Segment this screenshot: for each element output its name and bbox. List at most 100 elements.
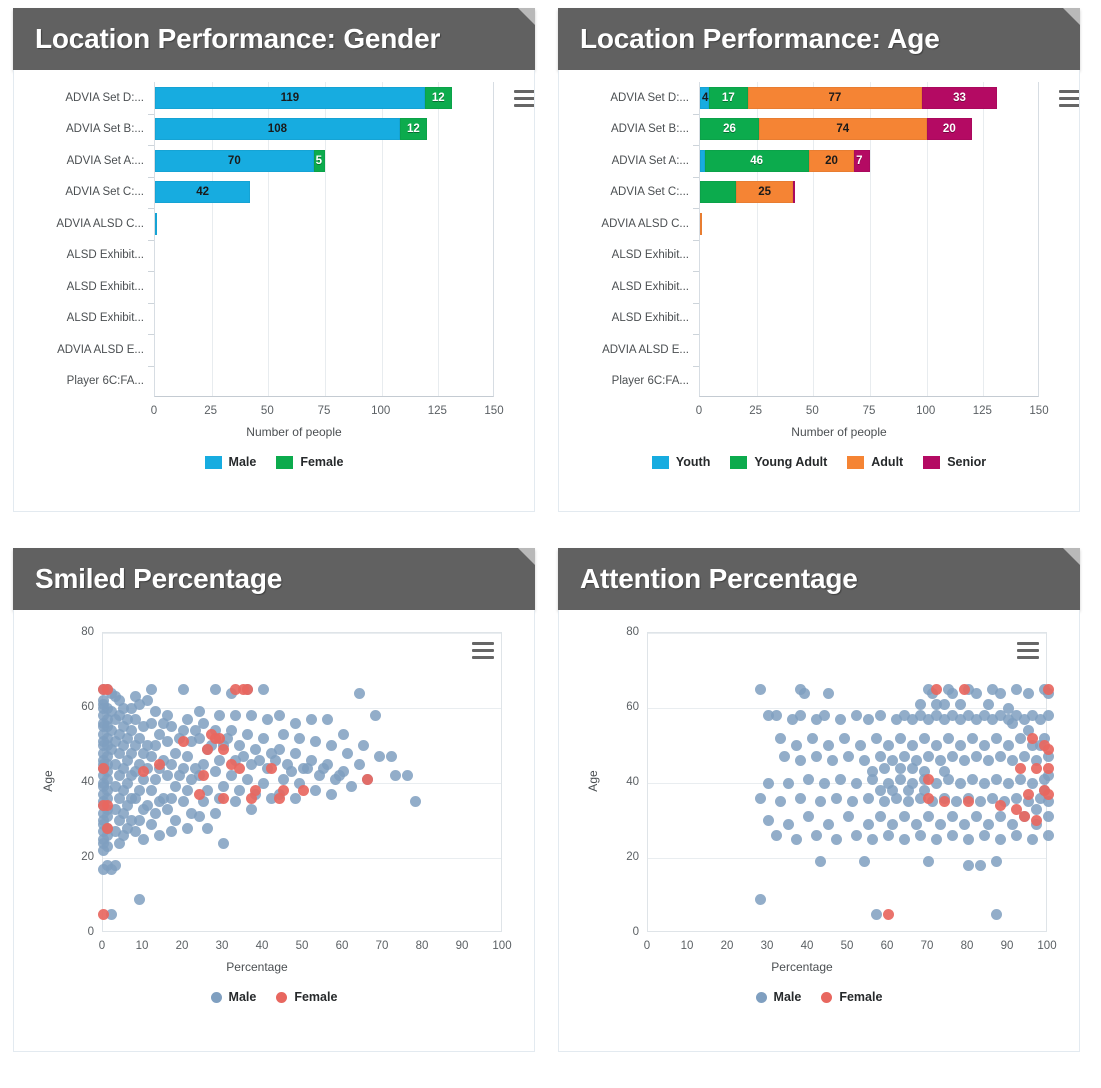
scatter-point — [882, 740, 894, 751]
bar-segment[interactable]: 108 — [155, 118, 400, 141]
panel-title-attention: Attention Percentage — [580, 563, 858, 594]
bar-segment[interactable]: 74 — [758, 118, 927, 141]
scatter-point — [842, 751, 854, 763]
bar-segment[interactable]: 77 — [747, 86, 923, 109]
scatter-point — [922, 811, 934, 823]
bar-segment[interactable]: 4 — [700, 86, 710, 109]
x-axis-tick-label: 10 — [135, 940, 149, 952]
bar-segment[interactable]: 12 — [399, 118, 427, 141]
bar-segment[interactable]: 12 — [424, 86, 452, 109]
bar-segment[interactable]: 26 — [700, 118, 759, 141]
scatter-point — [858, 856, 870, 868]
scatter-point — [830, 792, 842, 804]
axis-tick — [148, 208, 154, 209]
scatter-point — [357, 740, 369, 751]
scatter-point — [157, 792, 169, 804]
chart-menu-icon[interactable] — [472, 642, 494, 659]
panel-body-age: 4 17 77 33 26 74 20 46 20 7 25 ADVIA Set D:... ADVIA… — [558, 70, 1080, 512]
x-axis-tick-label: 80 — [415, 940, 429, 952]
scatter-point — [874, 811, 886, 823]
scatter-point — [974, 796, 986, 808]
scatter-point — [790, 740, 802, 751]
x-axis-tick-label: 75 — [317, 405, 331, 417]
chart-menu-icon[interactable] — [514, 90, 534, 107]
scatter-point — [337, 728, 349, 740]
bar-value-label: 46 — [750, 154, 764, 167]
scatter-point — [109, 860, 121, 871]
scatter-point — [790, 833, 802, 845]
scatter-point — [1010, 803, 1022, 815]
grid-line — [103, 708, 501, 709]
bar-segment[interactable]: 46 — [704, 149, 809, 172]
bar-segment[interactable]: 119 — [155, 86, 425, 109]
scatter-point — [774, 732, 786, 744]
scatter-point — [934, 755, 946, 766]
bar-segment[interactable] — [792, 181, 796, 204]
x-axis-tick-label: 60 — [335, 940, 349, 952]
menu-bar — [1059, 90, 1079, 93]
legend-item[interactable]: Female — [821, 990, 882, 1004]
legend-swatch — [730, 455, 748, 469]
scatter-point — [1002, 740, 1014, 751]
bar-segment[interactable]: 7 — [854, 149, 870, 172]
bar-value-label: 70 — [227, 154, 241, 167]
legend-item[interactable]: Young Adult — [730, 455, 827, 469]
legend-item[interactable]: Female — [276, 990, 337, 1004]
scatter-point — [169, 747, 181, 759]
bar-segment[interactable] — [155, 212, 158, 235]
x-axis-tick-label: 90 — [455, 940, 469, 952]
bar-segment[interactable]: 20 — [808, 149, 855, 172]
grid-line — [648, 633, 1046, 634]
scatter-point — [938, 698, 950, 710]
scatter-point — [978, 740, 990, 751]
scatter-point — [1042, 710, 1054, 721]
bar-category-label: ALSD Exhibit... — [611, 312, 689, 325]
scatter-point — [878, 796, 890, 808]
bar-segment[interactable] — [700, 181, 737, 204]
chart-menu-icon[interactable] — [1017, 642, 1039, 659]
legend-item[interactable]: Senior — [923, 455, 986, 469]
bar-segment[interactable]: 33 — [922, 86, 997, 109]
scatter-point — [754, 683, 766, 695]
scatter-point — [882, 830, 894, 841]
scatter-point — [1022, 687, 1034, 699]
legend-item[interactable]: Adult — [847, 455, 903, 469]
legend-item[interactable]: Male — [210, 990, 256, 1004]
plot-area: 119 12 108 12 70 5 42 — [154, 82, 494, 397]
x-axis-tick-label: 40 — [255, 940, 269, 952]
legend-item[interactable]: Female — [276, 455, 343, 469]
bar-segment[interactable] — [700, 212, 703, 235]
bar-segment[interactable]: 70 — [155, 149, 314, 172]
x-axis-tick-label: 125 — [427, 405, 447, 417]
legend-item[interactable]: Male — [204, 455, 256, 469]
scatter-point — [1014, 762, 1026, 774]
bar-segment[interactable]: 5 — [313, 149, 325, 172]
scatter-point — [914, 698, 926, 710]
legend-item[interactable]: Male — [755, 990, 801, 1004]
bar-value-label: 7 — [856, 154, 863, 167]
scatter-point — [918, 732, 930, 744]
scatter-point — [109, 736, 121, 748]
scatter-point — [946, 830, 958, 841]
scatter-point — [193, 788, 205, 800]
bar-segment[interactable]: 20 — [926, 118, 972, 141]
scatter-point — [894, 773, 906, 785]
scatter-point — [826, 755, 838, 766]
bar-segment[interactable]: 17 — [709, 86, 748, 109]
chart-legend: Male Female — [14, 990, 534, 1004]
chart-menu-icon[interactable] — [1059, 90, 1079, 107]
bar-value-label: 17 — [721, 91, 735, 104]
scatter-point — [145, 785, 157, 796]
scatter-point — [842, 811, 854, 823]
scatter-point — [181, 822, 193, 834]
scatter-point — [862, 713, 874, 725]
bar-segment[interactable]: 42 — [155, 181, 251, 204]
scatter-point — [169, 815, 181, 826]
bar-category-label: ADVIA ALSD E... — [57, 343, 144, 356]
legend-item[interactable]: Youth — [651, 455, 710, 469]
scatter-point — [902, 785, 914, 796]
scatter-point — [938, 766, 950, 778]
x-axis-tick-label: 40 — [800, 940, 814, 952]
menu-bar — [514, 90, 534, 93]
bar-segment[interactable]: 25 — [736, 181, 793, 204]
